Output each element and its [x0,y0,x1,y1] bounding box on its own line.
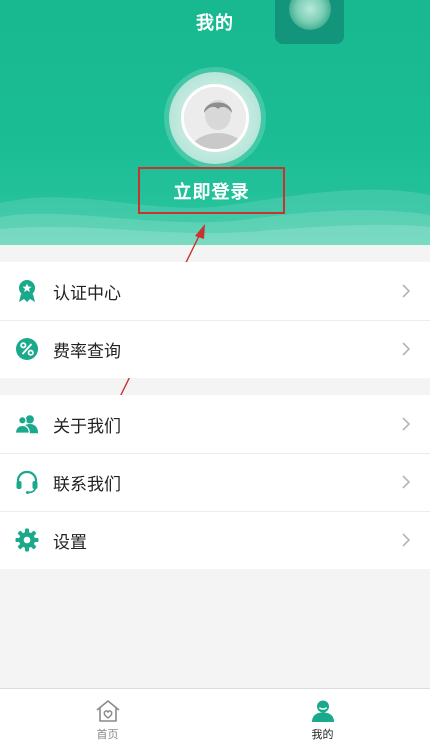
tab-label: 首页 [96,728,119,741]
tab-label: 我的 [311,728,334,741]
percent-icon [15,337,39,361]
menu-item-rate-query[interactable]: 费率查询 [0,320,430,378]
menu-label: 设置 [53,532,87,553]
menu-label: 联系我们 [53,474,121,495]
menu-group-info: 关于我们 联系我们 设置 [0,395,430,569]
gear-icon [15,528,39,552]
tab-home[interactable]: 首页 [0,689,215,750]
menu-label: 费率查询 [53,341,121,362]
menu-group-account: 认证中心 费率查询 [0,262,430,378]
chevron-right-icon [402,284,411,298]
badge-icon [15,279,39,303]
menu-item-about-us[interactable]: 关于我们 [0,395,430,453]
home-icon [95,700,120,722]
headset-icon [15,470,39,494]
chevron-right-icon [402,417,411,431]
chevron-right-icon [402,342,411,356]
user-icon [311,700,334,722]
bottom-tab-bar: 首页 我的 [0,688,430,750]
menu-item-contact-us[interactable]: 联系我们 [0,453,430,511]
menu-label: 认证中心 [53,283,121,304]
tab-me[interactable]: 我的 [215,689,430,750]
menu-item-certification[interactable]: 认证中心 [0,262,430,320]
menu-label: 关于我们 [53,416,121,437]
chevron-right-icon [402,533,411,547]
menu-item-settings[interactable]: 设置 [0,511,430,569]
users-icon [15,412,39,436]
chevron-right-icon [402,475,411,489]
